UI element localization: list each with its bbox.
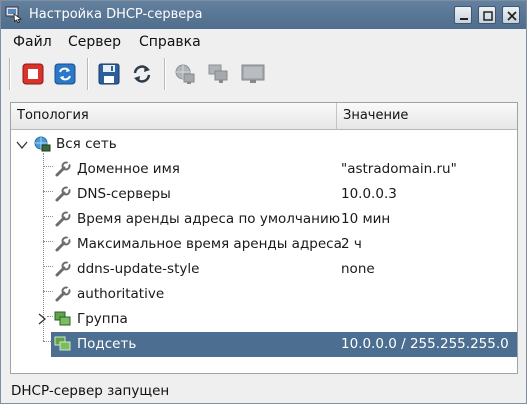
- toolbar-separator: [87, 58, 89, 90]
- save-button[interactable]: [96, 61, 122, 87]
- expand-arrow-icon[interactable]: [37, 313, 47, 329]
- dhcp-config-window: Настройка DHCP-сервера Файл Сервер Справ…: [0, 0, 527, 404]
- tree-row-dns-servers[interactable]: DNS-серверы 10.0.0.3: [11, 182, 517, 207]
- menu-file[interactable]: Файл: [13, 34, 52, 50]
- tree-item-label: Время аренды адреса по умолчанию: [77, 211, 341, 227]
- wrench-icon: [54, 235, 72, 253]
- refresh-icon: [133, 65, 151, 83]
- tree-item-label: Доменное имя: [77, 161, 180, 177]
- tree-row-authoritative[interactable]: authoritative: [11, 282, 517, 307]
- toolbar-separator: [164, 58, 166, 90]
- close-button[interactable]: [502, 6, 520, 24]
- column-header-topology[interactable]: Топология: [11, 103, 337, 129]
- stop-icon: [22, 63, 44, 85]
- network-group-icon: [208, 64, 228, 83]
- menu-server[interactable]: Сервер: [68, 34, 121, 50]
- tree-item-label: Подсеть: [77, 336, 137, 352]
- minimize-icon: [460, 18, 468, 20]
- tree-item-label: DNS-серверы: [77, 186, 171, 202]
- status-text: DHCP-сервер запущен: [11, 383, 170, 399]
- app-icon: [5, 5, 23, 23]
- tree-row-root[interactable]: Вся сеть: [11, 132, 517, 157]
- tree-row-subnet[interactable]: Подсеть 10.0.0.0 / 255.255.255.0: [51, 332, 517, 357]
- restart-icon: [54, 63, 76, 85]
- add-host-button[interactable]: [240, 61, 266, 87]
- window-title: Настройка DHCP-сервера: [29, 7, 203, 22]
- wrench-icon: [54, 210, 72, 228]
- add-network-button[interactable]: [172, 61, 198, 87]
- tree-item-value: none: [341, 261, 375, 277]
- toolbar: [1, 54, 526, 94]
- monitor-icon: [241, 64, 265, 83]
- add-group-button[interactable]: [206, 61, 232, 87]
- close-icon: [507, 11, 517, 21]
- tree-item-value: "astradomain.ru": [341, 161, 457, 177]
- tree-item-label: ddns-update-style: [77, 261, 200, 277]
- status-bar: DHCP-сервер запущен: [1, 378, 526, 403]
- collapse-arrow-icon[interactable]: [16, 139, 28, 154]
- tree-row-max-lease-time[interactable]: Максимальное время аренды адреса 2 ч: [11, 232, 517, 257]
- network-globe-icon: [33, 135, 51, 153]
- tree-item-value: 10.0.0.0 / 255.255.255.0: [341, 336, 509, 352]
- title-bar[interactable]: Настройка DHCP-сервера: [1, 1, 526, 29]
- tree-header: Топология Значение: [11, 103, 517, 130]
- tree-item-value: 10.0.0.3: [341, 186, 397, 202]
- menu-help[interactable]: Справка: [139, 34, 201, 50]
- save-icon: [98, 63, 120, 85]
- menu-bar: Файл Сервер Справка: [1, 30, 526, 54]
- tree-item-label: Группа: [77, 311, 128, 327]
- wrench-icon: [54, 285, 72, 303]
- wrench-icon: [54, 160, 72, 178]
- maximize-button[interactable]: [478, 6, 496, 24]
- wrench-icon: [54, 260, 72, 278]
- tree-item-label: Вся сеть: [56, 136, 117, 152]
- refresh-button[interactable]: [129, 61, 155, 87]
- tree-row-default-lease-time[interactable]: Время аренды адреса по умолчанию 10 мин: [11, 207, 517, 232]
- restart-server-button[interactable]: [52, 61, 78, 87]
- tree-row-group[interactable]: Группа: [11, 307, 517, 332]
- tree-row-ddns-update-style[interactable]: ddns-update-style none: [11, 257, 517, 282]
- tree-item-value: 10 мин: [341, 211, 391, 227]
- column-header-value[interactable]: Значение: [337, 103, 517, 129]
- minimize-button[interactable]: [454, 6, 472, 24]
- tree-item-label: Максимальное время аренды адреса: [77, 236, 342, 252]
- toolbar-separator: [9, 58, 11, 90]
- tree-item-value: 2 ч: [341, 236, 362, 252]
- group-icon: [54, 310, 72, 328]
- tree-row-domain-name[interactable]: Доменное имя "astradomain.ru": [11, 157, 517, 182]
- subnet-icon: [54, 335, 72, 353]
- topology-tree[interactable]: Топология Значение Вся сеть Доменное имя…: [10, 102, 518, 374]
- tree-item-label: authoritative: [77, 286, 165, 302]
- wrench-icon: [54, 185, 72, 203]
- stop-server-button[interactable]: [20, 61, 46, 87]
- network-globe-icon: [175, 64, 195, 84]
- maximize-icon: [483, 11, 493, 21]
